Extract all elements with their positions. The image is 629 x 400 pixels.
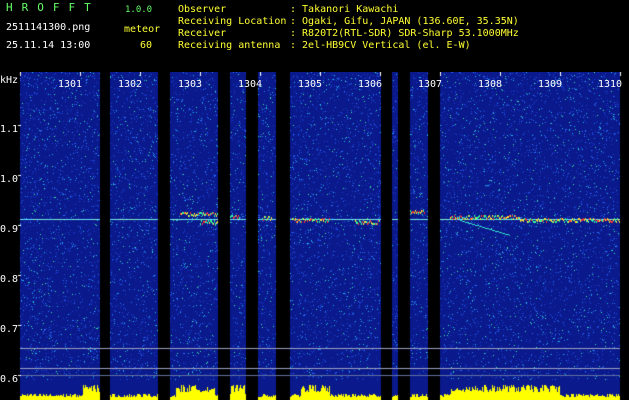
file-name: 2511141300.png [6,22,91,33]
y-tick-1-0: 1.0 [0,174,19,185]
y-tick-1-1: 1.1 [0,124,19,135]
minute-tick-1301: 1301 [58,79,83,90]
app-version: 1.0.0 [125,5,153,15]
minute-tick-1309: 1309 [538,79,563,90]
minute-tick-1305: 1305 [298,79,323,90]
location-value: : Ogaki, Gifu, JAPAN (136.60E, 35.35N) [290,16,519,27]
minute-tick-1302: 1302 [118,79,143,90]
header-panel: HROFFT 1.0.0 2511141300.png 25.11.14 13:… [0,0,629,72]
y-axis-unit: kHz [0,75,19,86]
meteor-label: meteor [124,24,161,35]
y-tick-0-6: 0.6 [0,374,19,385]
observer-label: Observer [178,4,227,15]
antenna-value: : 2el-HB9CV Vertical (el. E-W) [290,40,471,51]
minute-tick-1307: 1307 [418,79,443,90]
minute-tick-1304: 1304 [238,79,263,90]
observer-value: : Takanori Kawachi [290,4,399,15]
receiver-label: Receiver [178,28,227,39]
y-tick-0-9: 0.9 [0,224,19,235]
antenna-label: Receiving antenna [178,40,281,51]
meteor-count: 60 [140,40,153,51]
app-name: HROFFT [6,1,100,14]
location-label: Receiving Location [178,16,287,27]
y-tick-0-8: 0.8 [0,274,19,285]
minute-tick-1303: 1303 [178,79,203,90]
minute-tick-1310: 1310 [598,79,623,90]
minute-tick-1308: 1308 [478,79,503,90]
receiver-value: : R820T2(RTL-SDR) SDR-Sharp 53.1000MHz [290,28,519,39]
y-tick-0-7: 0.7 [0,324,19,335]
spectrogram-canvas [0,72,629,400]
date-time: 25.11.14 13:00 [6,40,91,51]
minute-tick-1306: 1306 [358,79,383,90]
